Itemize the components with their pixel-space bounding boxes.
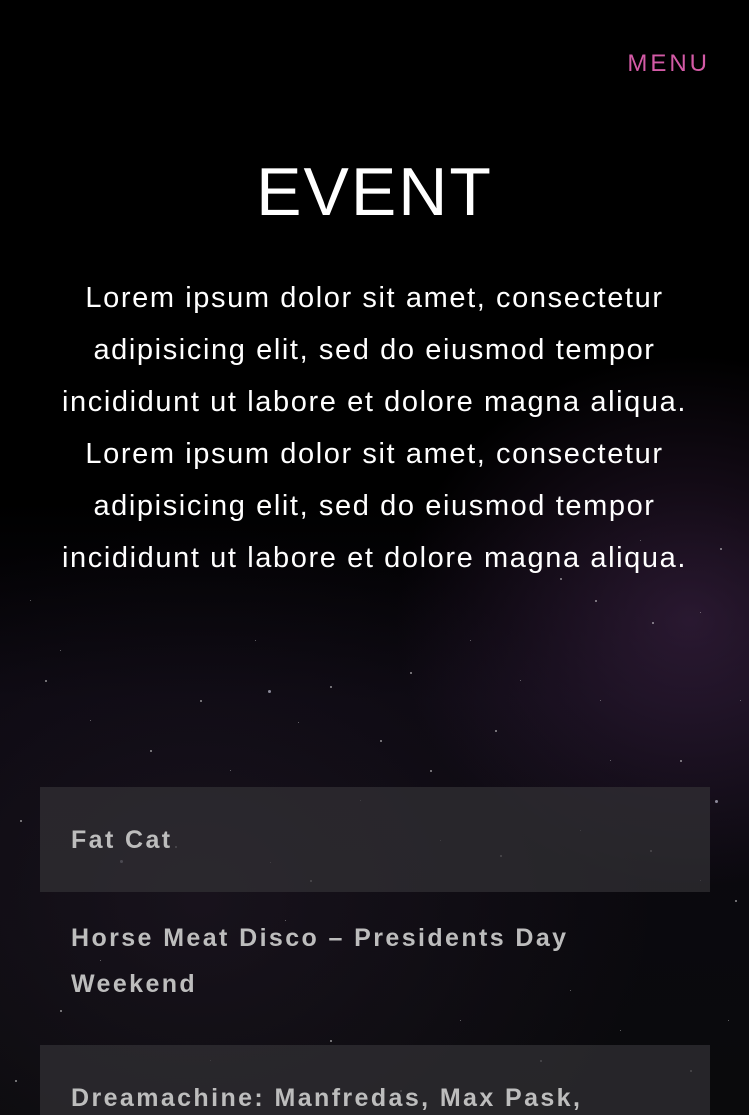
page-title: EVENT xyxy=(256,154,493,230)
star xyxy=(430,770,432,772)
star xyxy=(520,680,521,681)
star xyxy=(60,650,61,651)
star xyxy=(728,1020,729,1021)
event-item-fat-cat[interactable]: Fat Cat xyxy=(40,787,710,892)
event-item-dreamachine[interactable]: Dreamachine: Manfredas, Max Pask, xyxy=(40,1045,710,1115)
star xyxy=(600,700,601,701)
star xyxy=(255,640,256,641)
star xyxy=(298,722,299,723)
star xyxy=(470,640,471,641)
event-title: Dreamachine: Manfredas, Max Pask, xyxy=(71,1084,583,1112)
intro-description: Lorem ipsum dolor sit amet, consectetur … xyxy=(62,282,687,574)
star xyxy=(90,720,91,721)
star xyxy=(740,700,741,701)
star xyxy=(380,740,382,742)
star xyxy=(495,730,497,732)
star xyxy=(20,820,22,822)
star xyxy=(268,690,271,693)
star xyxy=(595,600,597,602)
star xyxy=(680,760,682,762)
star xyxy=(15,1080,17,1082)
star xyxy=(150,750,152,752)
star xyxy=(45,680,47,682)
star xyxy=(700,612,701,613)
star xyxy=(200,700,202,702)
star xyxy=(652,622,654,624)
star xyxy=(230,770,231,771)
star xyxy=(410,672,412,674)
event-title: Horse Meat Disco – Presidents Day Weeken… xyxy=(71,924,569,998)
event-item-horse-meat-disco[interactable]: Horse Meat Disco – Presidents Day Weeken… xyxy=(40,892,710,1045)
star xyxy=(720,548,722,550)
event-list: Fat Cat Horse Meat Disco – Presidents Da… xyxy=(40,787,710,1115)
star xyxy=(735,900,737,902)
star xyxy=(30,600,31,601)
event-title: Fat Cat xyxy=(71,826,173,854)
star xyxy=(330,686,332,688)
star xyxy=(715,800,718,803)
star xyxy=(610,760,611,761)
menu-button[interactable]: MENU xyxy=(627,50,710,78)
